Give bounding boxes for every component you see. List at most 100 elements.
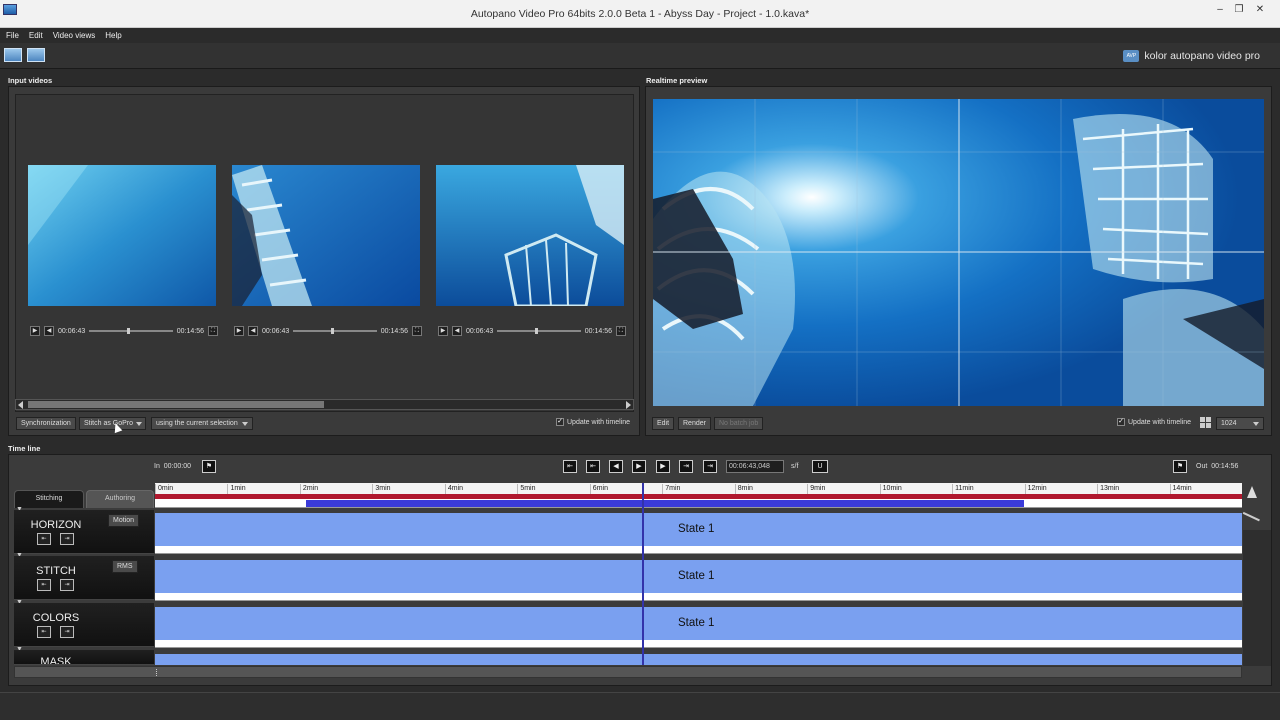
play-icon[interactable]: ▶ xyxy=(438,326,448,336)
add-keyframe-left-icon[interactable]: ⇤ xyxy=(37,533,51,545)
minimize-button[interactable]: – xyxy=(1210,2,1230,18)
preview-update-timeline-checkbox[interactable]: ✓ Update with timeline xyxy=(1117,418,1191,426)
fullscreen-icon[interactable]: ⛶ xyxy=(208,326,218,336)
fps-label: s/f xyxy=(791,463,799,470)
player-current-time: 00:06:43 xyxy=(58,327,86,335)
magnet-icon[interactable]: U xyxy=(812,460,828,473)
current-time-field[interactable]: 00:06:43,048 xyxy=(726,460,784,473)
chevron-down-icon xyxy=(136,422,143,426)
scroll-left-icon[interactable] xyxy=(18,401,23,409)
synchronization-button[interactable]: Synchronization xyxy=(16,417,76,430)
menu-edit[interactable]: Edit xyxy=(29,31,43,40)
scrollbar-thumb[interactable] xyxy=(28,401,324,408)
go-to-in-icon[interactable]: ⇤ xyxy=(563,460,577,473)
menu-file[interactable]: File xyxy=(6,31,19,40)
video-thumbnail-1[interactable] xyxy=(28,165,216,306)
window-title: Autopano Video Pro 64bits 2.0.0 Beta 1 -… xyxy=(470,8,810,20)
volume-icon[interactable]: ◀ xyxy=(248,326,258,336)
add-keyframe-right-icon[interactable]: ⇥ xyxy=(60,626,74,638)
resolution-value: 1024 xyxy=(1221,420,1237,427)
player-seek-slider[interactable] xyxy=(293,328,377,334)
timeline-scrollbar[interactable] xyxy=(14,666,1242,678)
track-state-colors: State 1 xyxy=(678,617,715,629)
video-thumbnail-3[interactable] xyxy=(436,165,624,308)
menu-video-views[interactable]: Video views xyxy=(53,31,96,40)
menu-help[interactable]: Help xyxy=(105,31,121,40)
step-forward-icon[interactable]: ▶ xyxy=(656,460,670,473)
set-in-point-icon[interactable]: ⚑ xyxy=(202,460,216,473)
stitch-videos-icon[interactable] xyxy=(27,48,45,62)
selection-range[interactable] xyxy=(306,500,1024,507)
window-titlebar: Autopano Video Pro 64bits 2.0.0 Beta 1 -… xyxy=(0,0,1280,28)
brand-logo: AVP xyxy=(1123,50,1140,62)
restore-button[interactable]: ❐ xyxy=(1229,2,1249,18)
rms-button[interactable]: RMS xyxy=(112,560,138,573)
play-icon[interactable]: ▶ xyxy=(234,326,244,336)
input-update-timeline-label: Update with timeline xyxy=(567,418,631,426)
input-videos-scrollbar[interactable] xyxy=(15,399,634,410)
grid-icon[interactable] xyxy=(1200,417,1211,428)
track-state-stitch: State 1 xyxy=(678,570,715,582)
timeline-title: Time line xyxy=(8,444,41,453)
resolution-dropdown[interactable]: 1024 xyxy=(1216,417,1264,430)
in-point: In 00:00:00 xyxy=(154,463,191,470)
edit-button[interactable]: Edit xyxy=(652,417,675,430)
fullscreen-icon[interactable]: ⛶ xyxy=(412,326,422,336)
video-player-controls-3: ▶ ◀ 00:06:43 00:14:56 ⛶ xyxy=(438,325,626,337)
track-label-stitch: STITCH RMS ⇤ ⇥ xyxy=(14,556,154,600)
input-update-timeline-checkbox[interactable]: ✓ Update with timeline xyxy=(556,418,630,426)
checkbox-check-icon: ✓ xyxy=(556,418,564,426)
set-out-point-icon[interactable]: ⚑ xyxy=(1173,460,1187,473)
player-current-time: 00:06:43 xyxy=(262,327,290,335)
play-timeline-icon[interactable]: ▶ xyxy=(632,460,646,473)
next-frame-block-icon[interactable]: ⇥ xyxy=(679,460,693,473)
video-player-controls-2: ▶ ◀ 00:06:43 00:14:56 ⛶ xyxy=(234,325,422,337)
render-button[interactable]: Render xyxy=(678,417,711,430)
add-keyframe-left-icon[interactable]: ⇤ xyxy=(37,626,51,638)
menu-bar: File Edit Video views Help xyxy=(0,28,1280,43)
previous-frame-block-icon[interactable]: ⇤ xyxy=(586,460,600,473)
selection-dropdown-value: using the current selection xyxy=(156,420,238,427)
pointer-tool-icon[interactable] xyxy=(1247,486,1257,498)
video-thumbnail-2[interactable] xyxy=(232,165,420,306)
track-bar-colors[interactable]: State 1 xyxy=(155,607,1242,640)
tab-authoring[interactable]: Authoring xyxy=(86,490,154,508)
preview-panorama[interactable] xyxy=(653,99,1264,406)
track-scroll-area xyxy=(1243,530,1271,666)
tab-stitching[interactable]: Stitching xyxy=(14,490,84,508)
track-state-horizon: State 1 xyxy=(678,523,715,535)
track-keyframe-strip xyxy=(155,640,1242,648)
track-bar-horizon[interactable]: State 1 xyxy=(155,513,1242,546)
track-keyframe-strip xyxy=(155,593,1242,601)
status-bar xyxy=(0,692,1280,720)
go-to-out-icon[interactable]: ⇥ xyxy=(703,460,717,473)
close-button[interactable]: ✕ xyxy=(1250,2,1270,18)
motion-button[interactable]: Motion xyxy=(108,514,140,527)
track-name-mask: MASK xyxy=(40,656,72,665)
checkbox-check-icon: ✓ xyxy=(1117,418,1125,426)
volume-icon[interactable]: ◀ xyxy=(452,326,462,336)
player-seek-slider[interactable] xyxy=(497,328,581,334)
volume-icon[interactable]: ◀ xyxy=(44,326,54,336)
track-bar-stitch[interactable]: State 1 xyxy=(155,560,1242,593)
add-keyframe-right-icon[interactable]: ⇥ xyxy=(60,533,74,545)
track-bar-mask[interactable] xyxy=(155,654,1242,665)
import-videos-icon[interactable] xyxy=(4,48,22,62)
step-back-icon[interactable]: ◀ xyxy=(609,460,623,473)
selection-dropdown[interactable]: using the current selection xyxy=(151,417,253,430)
batch-job-button[interactable]: No batch job xyxy=(714,417,764,430)
add-keyframe-right-icon[interactable]: ⇥ xyxy=(60,579,74,591)
fullscreen-icon[interactable]: ⛶ xyxy=(616,326,626,336)
add-keyframe-left-icon[interactable]: ⇤ xyxy=(37,579,51,591)
track-name-stitch: STITCH xyxy=(36,565,76,577)
track-name-colors: COLORS xyxy=(32,612,80,624)
player-end-time: 00:14:56 xyxy=(584,327,612,335)
player-seek-slider[interactable] xyxy=(89,328,173,334)
playhead[interactable] xyxy=(641,483,644,665)
track-label-horizon: HORIZON Motion ⇤ ⇥ xyxy=(14,510,154,554)
play-icon[interactable]: ▶ xyxy=(30,326,40,336)
scroll-right-icon[interactable] xyxy=(626,401,631,409)
in-label: In xyxy=(154,463,160,470)
out-label: Out xyxy=(1196,463,1208,470)
chevron-down-icon xyxy=(1253,422,1259,426)
